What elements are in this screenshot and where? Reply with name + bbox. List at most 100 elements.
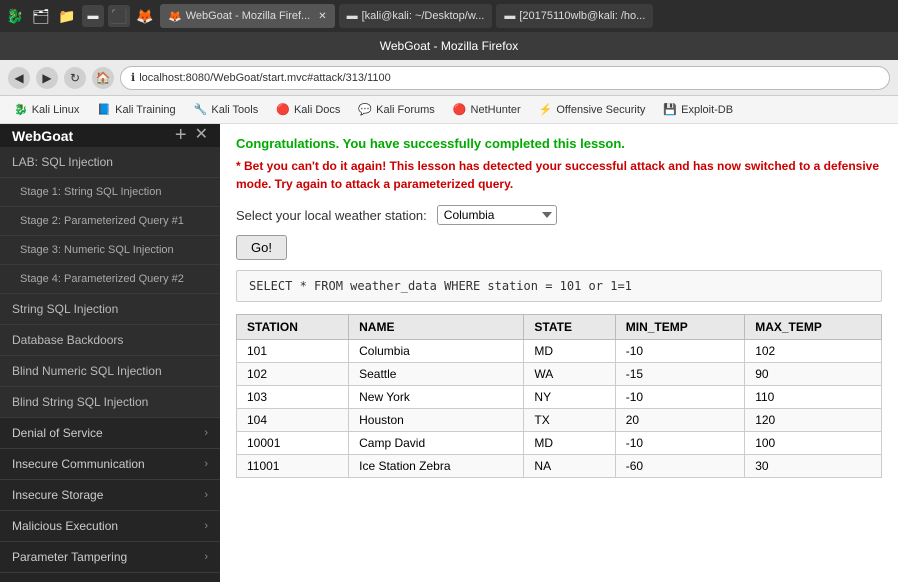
table-row: 101ColumbiaMD-10102 <box>237 340 882 363</box>
terminal-tab-1-label: [kali@kali: ~/Desktop/w... <box>362 10 485 22</box>
go-button[interactable]: Go! <box>236 235 287 260</box>
table-cell: Ice Station Zebra <box>349 455 524 478</box>
sidebar-item-stage1[interactable]: Stage 1: String SQL Injection <box>0 178 220 207</box>
firefox-window: WebGoat - Mozilla Firefox ◀ ▶ ↻ 🏠 ℹ loca… <box>0 32 898 582</box>
sidebar-title: WebGoat <box>12 128 73 144</box>
sidebar-item-stage4[interactable]: Stage 4: Parameterized Query #2 <box>0 265 220 294</box>
ssl-icon: ℹ <box>131 71 135 84</box>
terminal-icon[interactable]: ▬ <box>82 5 104 27</box>
forward-button[interactable]: ▶ <box>36 67 58 89</box>
bookmark-kali-training[interactable]: 📘 Kali Training <box>89 99 183 121</box>
url-text: localhost:8080/WebGoat/start.mvc#attack/… <box>139 72 391 84</box>
sidebar-item-string-sql[interactable]: String SQL Injection <box>0 294 220 325</box>
back-button[interactable]: ◀ <box>8 67 30 89</box>
sidebar-label-lab-sql: LAB: SQL Injection <box>12 155 113 169</box>
chevron-right-icon-3: › <box>204 489 208 501</box>
table-cell: New York <box>349 386 524 409</box>
success-banner: Congratulations. You have successfully c… <box>236 136 882 151</box>
terminal-tab-2[interactable]: ▬ [20175110wlb@kali: /ho... <box>496 4 653 28</box>
sidebar-label-blind-string: Blind String SQL Injection <box>12 395 148 409</box>
table-row: 104HoustonTX20120 <box>237 409 882 432</box>
sidebar: WebGoat + ✕ LAB: SQL Injection Stage 1: … <box>0 124 220 582</box>
folder-icon[interactable]: 📁 <box>56 5 78 27</box>
table-row: 10001Camp DavidMD-10100 <box>237 432 882 455</box>
sidebar-item-parameter-tampering[interactable]: Parameter Tampering › <box>0 542 220 573</box>
sidebar-item-denial-of-service[interactable]: Denial of Service › <box>0 418 220 449</box>
table-cell: 102 <box>745 340 882 363</box>
taskbar: 🐉 🗂 📁 ▬ ⬛ 🦊 🦊 WebGoat - Mozilla Firef...… <box>0 0 898 32</box>
sidebar-header: WebGoat + ✕ <box>0 124 220 147</box>
sidebar-item-lab-sql[interactable]: LAB: SQL Injection <box>0 147 220 178</box>
files-icon[interactable]: 🗂 <box>30 5 52 27</box>
close-tab-icon[interactable]: ✕ <box>318 11 326 22</box>
table-cell: MD <box>524 340 615 363</box>
sidebar-add-icon[interactable]: + <box>175 124 187 147</box>
firefox-taskbar-icon[interactable]: 🦊 <box>134 5 156 27</box>
kali-training-icon: 📘 <box>97 103 111 116</box>
chevron-right-icon-4: › <box>204 520 208 532</box>
weather-data-table: STATION NAME STATE MIN_TEMP MAX_TEMP 101… <box>236 314 882 478</box>
sidebar-item-blind-string[interactable]: Blind String SQL Injection <box>0 387 220 418</box>
col-state: STATE <box>524 315 615 340</box>
sidebar-close-icon[interactable]: ✕ <box>195 124 208 147</box>
table-cell: 100 <box>745 432 882 455</box>
sidebar-item-db-backdoors[interactable]: Database Backdoors <box>0 325 220 356</box>
table-cell: 101 <box>237 340 349 363</box>
table-cell: WA <box>524 363 615 386</box>
table-cell: Seattle <box>349 363 524 386</box>
chevron-right-icon-2: › <box>204 458 208 470</box>
kali-linux-icon: 🐉 <box>14 103 28 116</box>
bookmark-offensive-security[interactable]: ⚡ Offensive Security <box>531 99 654 121</box>
terminal-tab-2-icon: ▬ <box>504 10 515 22</box>
sidebar-item-malicious-execution[interactable]: Malicious Execution › <box>0 511 220 542</box>
bookmark-kali-linux[interactable]: 🐉 Kali Linux <box>6 99 87 121</box>
sidebar-label-parameter-tampering: Parameter Tampering <box>12 550 127 564</box>
form-label: Select your local weather station: <box>236 208 427 223</box>
table-cell: Houston <box>349 409 524 432</box>
apps-icon[interactable]: ⬛ <box>108 5 130 27</box>
reload-button[interactable]: ↻ <box>64 67 86 89</box>
home-button[interactable]: 🏠 <box>92 67 114 89</box>
table-cell: -60 <box>615 455 744 478</box>
bookmark-kali-tools[interactable]: 🔧 Kali Tools <box>186 99 267 121</box>
firefox-tab-label: WebGoat - Mozilla Firef... <box>186 10 311 22</box>
kali-tools-icon: 🔧 <box>194 103 208 116</box>
browser-title: WebGoat - Mozilla Firefox <box>380 39 519 53</box>
bookmark-nethunter[interactable]: 🔴 NetHunter <box>445 99 529 121</box>
table-cell: -10 <box>615 432 744 455</box>
bookmark-exploit-db[interactable]: 💾 Exploit-DB <box>655 99 741 121</box>
exploit-db-icon: 💾 <box>663 103 677 116</box>
sidebar-label-stage3: Stage 3: Numeric SQL Injection <box>20 244 174 256</box>
terminal-tab-1[interactable]: ▬ [kali@kali: ~/Desktop/w... <box>339 4 493 28</box>
sidebar-label-stage2: Stage 2: Parameterized Query #1 <box>20 215 184 227</box>
chevron-right-icon: › <box>204 427 208 439</box>
table-cell: NA <box>524 455 615 478</box>
col-min-temp: MIN_TEMP <box>615 315 744 340</box>
weather-station-select[interactable]: Columbia Seattle New York Houston Camp D… <box>437 205 557 225</box>
firefox-tab[interactable]: 🦊 WebGoat - Mozilla Firef... ✕ <box>160 4 335 28</box>
col-name: NAME <box>349 315 524 340</box>
sidebar-item-stage2[interactable]: Stage 2: Parameterized Query #1 <box>0 207 220 236</box>
sidebar-item-blind-numeric[interactable]: Blind Numeric SQL Injection <box>0 356 220 387</box>
kali-dragon-icon[interactable]: 🐉 <box>4 5 26 27</box>
table-cell: 20 <box>615 409 744 432</box>
col-max-temp: MAX_TEMP <box>745 315 882 340</box>
table-cell: 10001 <box>237 432 349 455</box>
sidebar-item-session-management[interactable]: Session Management Flaws › <box>0 573 220 582</box>
bookmark-kali-docs[interactable]: 🔴 Kali Docs <box>268 99 348 121</box>
sidebar-item-insecure-communication[interactable]: Insecure Communication › <box>0 449 220 480</box>
sidebar-label-malicious-execution: Malicious Execution <box>12 519 118 533</box>
sidebar-item-stage3[interactable]: Stage 3: Numeric SQL Injection <box>0 236 220 265</box>
warning-text: * Bet you can't do it again! This lesson… <box>236 157 882 193</box>
bookmark-kali-forums[interactable]: 💬 Kali Forums <box>350 99 442 121</box>
sidebar-label-string-sql: String SQL Injection <box>12 302 118 316</box>
table-row: 11001Ice Station ZebraNA-6030 <box>237 455 882 478</box>
table-cell: 110 <box>745 386 882 409</box>
url-bar[interactable]: ℹ localhost:8080/WebGoat/start.mvc#attac… <box>120 66 890 90</box>
table-row: 102SeattleWA-1590 <box>237 363 882 386</box>
terminal-tab-1-icon: ▬ <box>347 10 358 22</box>
table-cell: 104 <box>237 409 349 432</box>
col-station: STATION <box>237 315 349 340</box>
sidebar-item-insecure-storage[interactable]: Insecure Storage › <box>0 480 220 511</box>
table-cell: NY <box>524 386 615 409</box>
